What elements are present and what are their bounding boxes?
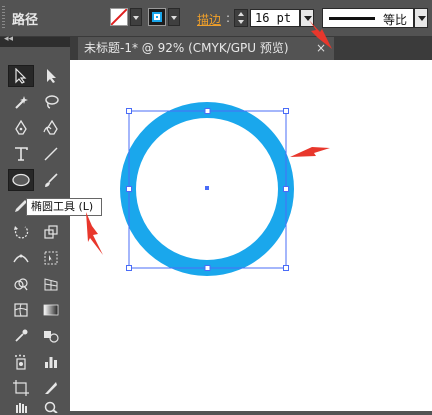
paintbrush-tool[interactable] <box>38 169 64 191</box>
document-tab-title: 未标题-1* @ 92% (CMYK/GPU 预览) <box>84 41 289 55</box>
document-tab[interactable]: 未标题-1* @ 92% (CMYK/GPU 预览) × <box>78 37 334 60</box>
document-tab-bar: 未标题-1* @ 92% (CMYK/GPU 预览) × <box>70 37 432 60</box>
stroke-weight-dropdown[interactable] <box>300 9 314 27</box>
shape-builder-tool[interactable] <box>8 273 34 295</box>
artboard-tool[interactable] <box>8 377 34 399</box>
selection-tool[interactable] <box>8 65 34 87</box>
canvas-artwork <box>120 102 294 276</box>
column-graph-tool[interactable] <box>38 351 64 373</box>
stroke-link[interactable]: 描边 <box>197 11 221 28</box>
direct-selection-tool[interactable] <box>38 65 64 87</box>
tools-grid <box>0 47 70 413</box>
stroke-swatch[interactable] <box>148 8 166 26</box>
stroke-weight-input[interactable]: 16 pt <box>250 9 300 27</box>
panel-grip[interactable] <box>2 6 5 30</box>
uniform-profile-icon <box>329 17 375 20</box>
curvature-tool[interactable] <box>38 117 64 139</box>
tools-panel: ◂◂ <box>0 34 70 413</box>
spin-down-icon[interactable] <box>238 20 244 24</box>
profile-label: 等比 <box>383 13 408 27</box>
chevron-down-icon <box>304 16 312 21</box>
control-bar: 路径 描边 : 16 pt 等比 <box>0 0 432 37</box>
stroke-weight-spinner[interactable] <box>234 9 248 27</box>
variable-width-profile[interactable]: 等比 <box>322 8 414 28</box>
tool-tooltip: 椭圆工具 (L) <box>26 198 102 216</box>
magic-wand-tool[interactable] <box>8 91 34 113</box>
ellipse-tool[interactable] <box>8 169 34 191</box>
profile-dropdown[interactable] <box>414 8 428 28</box>
eyedropper-tool[interactable] <box>8 325 34 347</box>
tools-panel-header[interactable]: ◂◂ <box>0 34 70 47</box>
selection-type-label: 路径 <box>12 13 39 28</box>
symbol-sprayer-tool[interactable] <box>8 351 34 373</box>
collapse-icon[interactable]: ◂◂ <box>4 34 13 44</box>
hand-tool[interactable] <box>8 401 34 413</box>
fill-swatch[interactable] <box>110 8 128 26</box>
slice-tool[interactable] <box>38 377 64 399</box>
scale-tool[interactable] <box>38 221 64 243</box>
gradient-tool[interactable] <box>38 299 64 321</box>
width-tool[interactable] <box>8 247 34 269</box>
stroke-color-icon <box>152 12 162 22</box>
mesh-tool[interactable] <box>8 299 34 321</box>
chevron-down-icon <box>133 16 139 20</box>
close-icon[interactable]: × <box>316 37 326 60</box>
pen-tool[interactable] <box>8 117 34 139</box>
spin-up-icon[interactable] <box>238 12 244 16</box>
artboard-canvas[interactable] <box>70 60 432 411</box>
fill-dropdown[interactable] <box>130 8 142 26</box>
center-point <box>205 186 209 190</box>
no-fill-icon <box>111 9 127 25</box>
type-tool[interactable] <box>8 143 34 165</box>
perspective-grid-tool[interactable] <box>38 273 64 295</box>
blend-tool[interactable] <box>38 325 64 347</box>
zoom-tool[interactable] <box>38 401 64 413</box>
rotate-tool[interactable] <box>8 221 34 243</box>
line-segment-tool[interactable] <box>38 143 64 165</box>
stroke-colon: : <box>226 11 231 25</box>
stroke-dropdown[interactable] <box>168 8 180 26</box>
chevron-down-icon <box>418 16 426 21</box>
chevron-down-icon <box>171 16 177 20</box>
lasso-tool[interactable] <box>38 91 64 113</box>
free-transform-tool[interactable] <box>38 247 64 269</box>
